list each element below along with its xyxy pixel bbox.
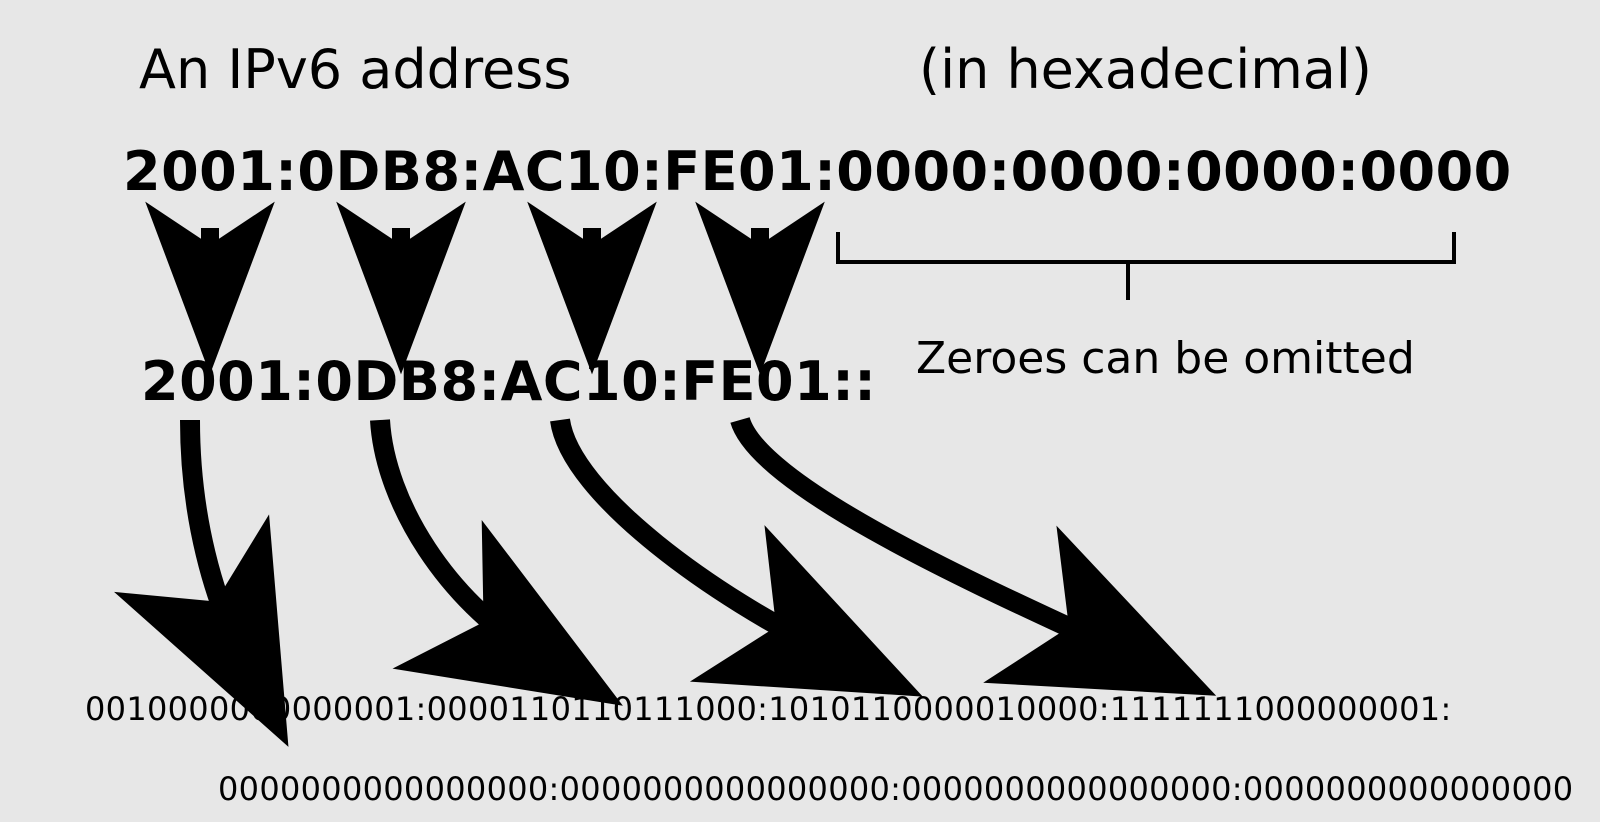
diagram-svg [0, 0, 1600, 822]
bracket-icon [838, 232, 1454, 300]
curved-arrows-icon [190, 420, 1118, 650]
short-down-arrows-icon [210, 228, 760, 288]
